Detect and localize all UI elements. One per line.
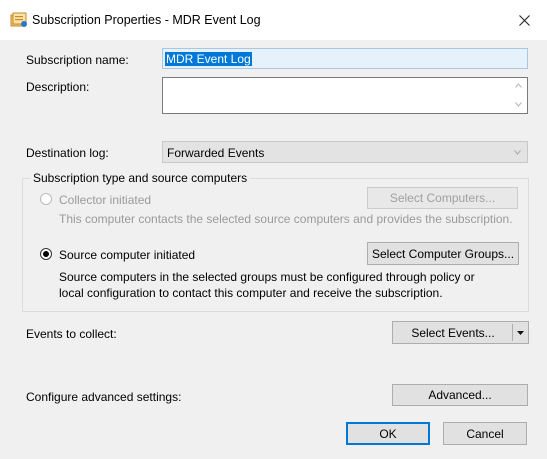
advanced-button[interactable]: Advanced... [392, 384, 528, 406]
collector-initiated-description: This computer contacts the selected sour… [59, 212, 513, 226]
select-computer-groups-button[interactable]: Select Computer Groups... [367, 242, 519, 265]
description-label: Description: [26, 80, 90, 94]
subscription-name-field[interactable]: MDR Event Log [162, 48, 528, 69]
advanced-button-label: Advanced... [428, 388, 492, 402]
subscription-name-value: MDR Event Log [165, 52, 252, 66]
source-initiated-description-line1: Source computers in the selected groups … [59, 270, 475, 284]
source-initiated-label: Source computer initiated [59, 248, 196, 262]
split-divider [512, 324, 513, 341]
subscription-name-label: Subscription name: [26, 53, 129, 67]
ok-button-label: OK [379, 426, 397, 441]
close-button[interactable] [501, 0, 547, 40]
source-initiated-radio[interactable] [40, 248, 52, 260]
cancel-button-label: Cancel [466, 426, 504, 441]
ok-button[interactable]: OK [346, 422, 430, 445]
description-field[interactable] [162, 77, 528, 114]
collector-initiated-label: Collector initiated [59, 193, 152, 207]
advanced-settings-label: Configure advanced settings: [26, 390, 182, 404]
destination-log-select[interactable]: Forwarded Events [162, 141, 528, 163]
subscription-type-legend: Subscription type and source computers [30, 171, 251, 185]
collector-initiated-radio[interactable] [40, 193, 52, 205]
source-initiated-description-line2: local configuration to contact this comp… [59, 286, 443, 300]
chevron-down-icon [514, 150, 521, 155]
events-to-collect-label: Events to collect: [26, 327, 117, 341]
select-events-label: Select Events... [411, 325, 495, 340]
destination-log-label: Destination log: [26, 146, 109, 160]
dropdown-arrow-icon[interactable] [517, 331, 524, 335]
select-computers-button[interactable]: Select Computers... [367, 187, 518, 209]
subscription-properties-dialog: Subscription Properties - MDR Event Log … [0, 0, 547, 459]
window-title: Subscription Properties - MDR Event Log [32, 13, 261, 27]
select-computer-groups-label: Select Computer Groups... [371, 246, 515, 261]
subscription-icon [10, 12, 27, 27]
scroll-down-icon[interactable] [515, 102, 522, 107]
select-events-button[interactable]: Select Events... [392, 321, 529, 344]
close-icon [518, 14, 530, 26]
destination-log-value: Forwarded Events [167, 146, 265, 160]
cancel-button[interactable]: Cancel [443, 422, 527, 445]
radio-selected-dot [43, 251, 49, 257]
title-bar: Subscription Properties - MDR Event Log [0, 0, 547, 40]
select-computers-label: Select Computers... [389, 191, 496, 205]
scroll-up-icon[interactable] [515, 83, 522, 88]
